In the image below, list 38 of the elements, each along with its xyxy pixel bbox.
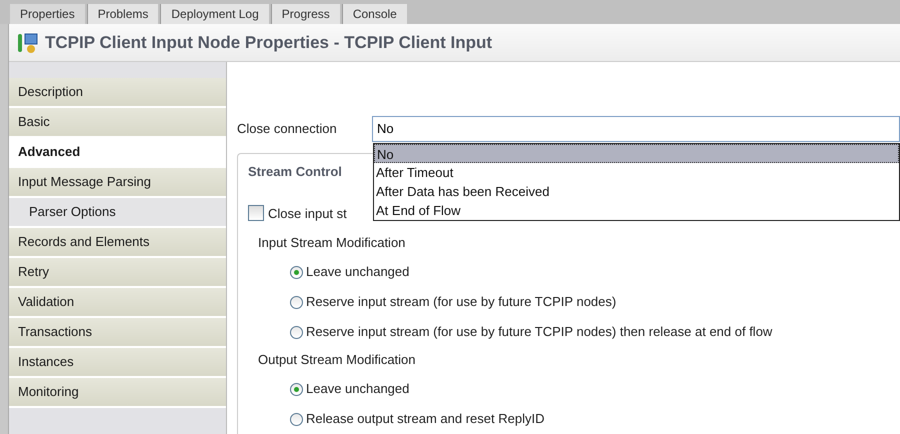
- sidebar-item[interactable]: Instances: [9, 348, 226, 378]
- sidebar-item[interactable]: Monitoring: [9, 378, 226, 408]
- radio-button[interactable]: [290, 412, 303, 426]
- radio-button[interactable]: [290, 326, 303, 338]
- sidebar-item[interactable]: Records and Elements: [9, 228, 226, 258]
- combo-box[interactable]: No: [372, 116, 900, 142]
- section-label: Input Stream Modification: [257, 234, 406, 252]
- dropdown-option[interactable]: At End of Flow: [374, 201, 899, 220]
- node-icon: [17, 32, 39, 54]
- view-tab[interactable]: Properties: [10, 4, 85, 24]
- sidebar-item[interactable]: Description: [9, 78, 226, 108]
- sidebar-item[interactable]: Retry: [9, 258, 226, 288]
- radio-button[interactable]: [290, 296, 303, 308]
- sidebar-item[interactable]: Input Message Parsing: [9, 168, 226, 198]
- radio-button[interactable]: [290, 266, 303, 278]
- group-title: Stream Control: [248, 163, 342, 181]
- checkbox[interactable]: [248, 205, 264, 222]
- radio-label: Release output stream and reset ReplyID: [306, 410, 544, 428]
- window-title: TCPIP Client Input Node Properties - TCPIP Client Input: [45, 32, 492, 54]
- dropdown-option[interactable]: After Data has been Received: [374, 182, 899, 201]
- radio-label: Reserve input stream (for use by future TCPIP nodes) then release at end of flow: [306, 323, 772, 342]
- radio-label: Reserve input stream (for use by future TCPIP nodes): [306, 293, 616, 312]
- view-tab[interactable]: Console: [342, 4, 407, 24]
- section-label: Output Stream Modification: [257, 351, 417, 369]
- sidebar-item[interactable]: Advanced: [9, 138, 226, 168]
- radio-label: Leave unchanged: [306, 380, 410, 398]
- checkbox-label: Close input st: [268, 204, 347, 223]
- sidebar-item[interactable]: Basic: [9, 108, 226, 138]
- radio-label: Leave unchanged: [306, 263, 410, 282]
- field-label: Close connection: [237, 120, 338, 138]
- view-tab[interactable]: Deployment Log: [160, 4, 269, 24]
- dropdown-option[interactable]: No: [374, 144, 899, 163]
- dropdown-option[interactable]: After Timeout: [374, 163, 899, 182]
- view-tab[interactable]: Problems: [86, 4, 158, 24]
- sidebar-item[interactable]: Transactions: [9, 318, 226, 348]
- radio-button[interactable]: [290, 382, 303, 396]
- view-tab[interactable]: Progress: [270, 4, 340, 24]
- sidebar-item[interactable]: Validation: [9, 288, 226, 318]
